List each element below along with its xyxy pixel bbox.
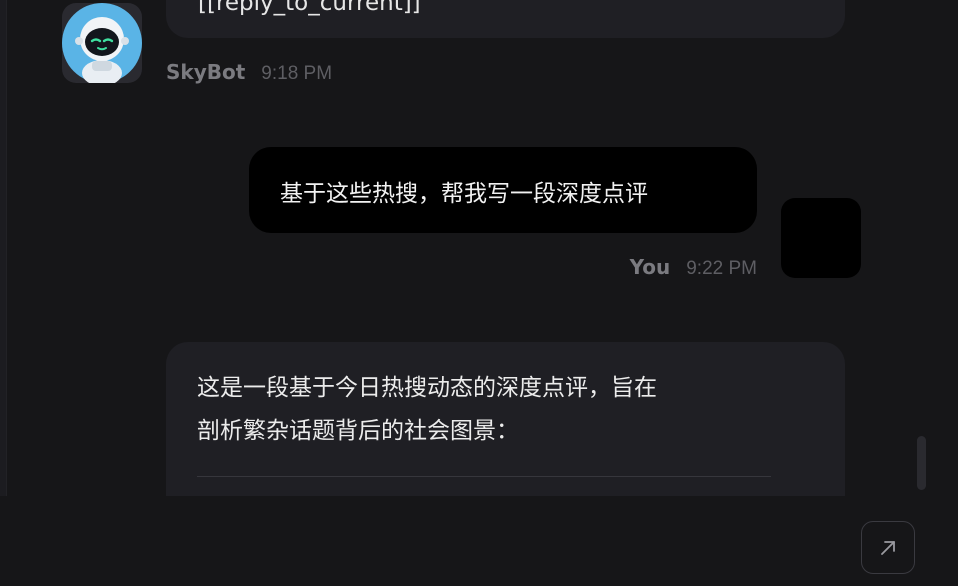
bot-message-bubble: 这是一段基于今日热搜动态的深度点评，旨在 剖析繁杂话题背后的社会图景： — [166, 342, 845, 496]
message-timestamp: 9:18 PM — [261, 63, 333, 84]
user-message-text: 基于这些热搜，帮我写一段深度点评 — [280, 181, 648, 207]
arrow-up-right-icon — [881, 540, 895, 555]
robot-avatar-icon — [62, 3, 142, 83]
bot-message-bubble-previous: [[reply_to_current]] — [166, 0, 845, 38]
bot-message-text: [[reply_to_current]] — [198, 0, 421, 16]
sender-name: You — [629, 255, 671, 279]
jump-to-latest-button[interactable] — [861, 521, 915, 574]
chat-window: [[reply_to_current]] SkyBot 9:18 PM 基于这些… — [0, 0, 958, 586]
user-avatar — [781, 198, 861, 278]
chat-bottom-area — [0, 496, 958, 586]
bot-message-line: 这是一段基于今日热搜动态的深度点评，旨在 — [197, 375, 657, 401]
sender-name: SkyBot — [166, 60, 246, 84]
user-message-bubble: 基于这些热搜，帮我写一段深度点评 — [249, 147, 757, 233]
bot-message-meta: SkyBot 9:18 PM — [166, 60, 332, 85]
bot-message-line: 剖析繁杂话题背后的社会图景： — [197, 418, 519, 444]
scrollbar-thumb[interactable] — [917, 436, 926, 490]
divider — [197, 476, 771, 477]
user-message-meta: You 9:22 PM — [630, 255, 757, 280]
message-timestamp: 9:22 PM — [686, 258, 757, 279]
